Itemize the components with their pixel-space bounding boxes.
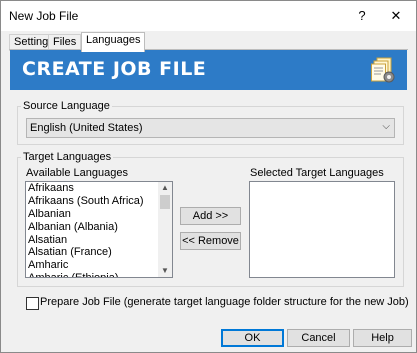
prepare-job-file-label[interactable]: Prepare Job File (generate target langua… xyxy=(40,296,409,308)
list-item[interactable]: Alsatian (France) xyxy=(26,246,172,259)
list-item[interactable]: Afrikaans (South Africa) xyxy=(26,195,172,208)
tab-languages[interactable]: Languages xyxy=(81,32,146,52)
scroll-up-icon[interactable]: ▲ xyxy=(158,182,172,194)
list-item[interactable]: Amharic (Ethiopia) xyxy=(26,272,172,277)
available-languages-list[interactable]: Afrikaans Afrikaans (South Africa) Albania… xyxy=(25,181,173,278)
cancel-button[interactable]: Cancel xyxy=(287,329,350,347)
documents-gear-icon xyxy=(371,57,395,83)
available-languages-items: Afrikaans Afrikaans (South Africa) Albania… xyxy=(26,182,172,277)
list-item[interactable]: Alsatian xyxy=(26,234,172,247)
create-job-file-banner: CREATE JOB FILE xyxy=(10,50,407,90)
banner-title: CREATE JOB FILE xyxy=(22,58,207,80)
source-language-group-label: Source Language xyxy=(21,100,112,112)
window-title: New Job File xyxy=(9,9,79,23)
chevron-down-icon: ⌵ xyxy=(382,121,390,132)
new-job-file-dialog: New Job File ? ✕ Settings Files Language… xyxy=(0,0,417,353)
selected-target-languages-list[interactable] xyxy=(249,181,395,278)
ok-button[interactable]: OK xyxy=(221,329,284,347)
list-item[interactable]: Albanian xyxy=(26,208,172,221)
list-item[interactable]: Amharic xyxy=(26,259,172,272)
target-languages-group-label: Target Languages xyxy=(21,151,114,163)
title-bar: New Job File ? ✕ xyxy=(1,1,416,31)
close-icon[interactable]: ✕ xyxy=(385,6,407,26)
help-title-button[interactable]: ? xyxy=(351,6,373,26)
prepare-job-file-checkbox[interactable] xyxy=(26,297,39,310)
available-languages-label: Available Languages xyxy=(26,167,128,179)
remove-language-button[interactable]: << Remove xyxy=(180,232,241,250)
list-item[interactable]: Afrikaans xyxy=(26,182,172,195)
list-item[interactable]: Albanian (Albania) xyxy=(26,221,172,234)
available-languages-scrollbar[interactable]: ▲ ▼ xyxy=(158,182,172,277)
scroll-down-icon[interactable]: ▼ xyxy=(158,265,172,277)
source-language-select[interactable]: English (United States) ⌵ xyxy=(26,118,395,138)
source-language-value: English (United States) xyxy=(30,122,143,134)
scrollbar-thumb[interactable] xyxy=(160,195,170,209)
add-language-button[interactable]: Add >> xyxy=(180,207,241,225)
selected-target-languages-label: Selected Target Languages xyxy=(250,167,384,179)
help-button[interactable]: Help xyxy=(353,329,412,347)
